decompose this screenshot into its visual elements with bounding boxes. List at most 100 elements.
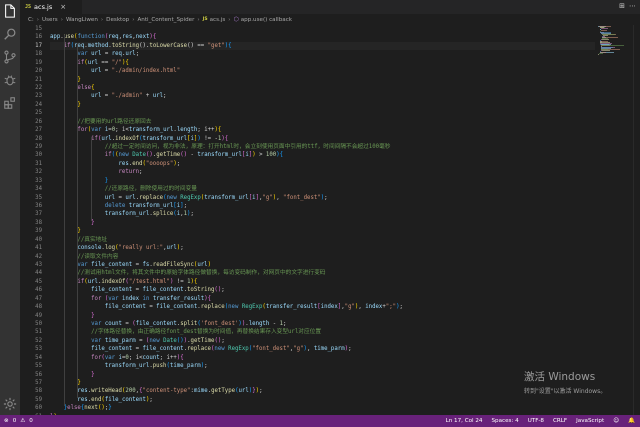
code-line[interactable]: else{ <box>50 84 94 92</box>
line-number: 39 <box>35 228 42 235</box>
breadcrumb-item[interactable]: acs.js <box>210 17 226 23</box>
bell-icon[interactable]: 🔔 <box>628 418 635 424</box>
minimap-line <box>598 53 599 55</box>
code-line[interactable]: res.writeHead(200,{"content-type":mime.g… <box>50 387 262 395</box>
breadcrumb-item[interactable]: C: <box>28 17 34 23</box>
code-line[interactable]: url = "./admin" + url; <box>50 92 166 100</box>
explorer-icon[interactable] <box>3 4 17 18</box>
windows-activation-watermark: 激活 Windows 转到"设置"以激活 Windows。 <box>524 369 606 395</box>
indentation[interactable]: Spaces: 4 <box>492 418 519 424</box>
language-mode[interactable]: JavaScript <box>576 418 604 424</box>
error-icon: ⊗ <box>4 418 9 424</box>
code-line[interactable]: if(url == "/"){ <box>50 59 128 67</box>
line-number: 58 <box>35 388 42 395</box>
line-number: 20 <box>35 68 42 75</box>
line-number: 47 <box>35 295 42 302</box>
code-line[interactable]: if(url.indexOf("/test.html") != 1){ <box>50 278 197 286</box>
code-line[interactable]: } <box>50 101 80 109</box>
code-line[interactable]: //还原路径，删除使用过的时间变量 <box>50 185 197 193</box>
code-line[interactable]: //真实地址 <box>50 236 107 244</box>
smiley-icon[interactable]: ☺ <box>613 418 619 424</box>
line-number: 34 <box>35 186 42 193</box>
code-line[interactable]: } <box>50 379 80 387</box>
close-icon[interactable]: × <box>60 3 66 11</box>
error-count: 0 <box>12 418 17 424</box>
minimap-line <box>602 49 610 51</box>
gear-icon[interactable] <box>3 397 17 411</box>
code-editor[interactable]: app.use(function(req,res,next){ if(req.m… <box>50 25 595 415</box>
code-line[interactable]: //读取文件内容 <box>50 253 118 261</box>
code-line[interactable]: if(req.method.toString().toLowerCase() =… <box>50 42 595 50</box>
encoding[interactable]: UTF-8 <box>528 418 544 424</box>
line-number: 29 <box>35 144 42 151</box>
code-line[interactable]: } <box>50 312 94 320</box>
code-line[interactable]: } <box>50 227 80 235</box>
javascript-file-icon: JS <box>25 4 32 10</box>
code-line[interactable]: var file_content = fs.readFileSync(url) <box>50 261 211 269</box>
code-line[interactable]: file_content = file_content.replace(new … <box>50 303 403 311</box>
line-number: 25 <box>35 110 42 117</box>
problems-indicator[interactable]: ⊗ 0 ⚠ 0 <box>4 415 33 427</box>
code-line[interactable]: if((new Date().getTime() - transform_url… <box>50 151 283 159</box>
warning-count: 0 <box>29 418 33 424</box>
line-number: 57 <box>35 380 42 387</box>
code-line[interactable]: var time_parm = (new Date()).getTime(); <box>50 337 225 345</box>
line-number: 40 <box>35 236 42 243</box>
breadcrumb-item[interactable]: Anti_Content_Spider <box>137 17 194 23</box>
tab-acs-js[interactable]: JS acs.js × <box>20 0 82 14</box>
cursor-position[interactable]: Ln 17, Col 24 <box>446 418 483 424</box>
code-line[interactable]: //测试用html文件，将其文件中的原始字体路径做替换，每访变码制作，对网页中的… <box>50 269 325 277</box>
line-number: 41 <box>35 245 42 252</box>
breadcrumb-item[interactable]: Desktop <box>106 17 129 23</box>
code-line[interactable]: console.log("really url:",url); <box>50 244 183 252</box>
breadcrumb-item[interactable]: Users <box>42 17 58 23</box>
end-of-line[interactable]: CRLF <box>553 418 567 424</box>
chevron-right-icon: › <box>197 16 200 23</box>
code-line[interactable]: } <box>50 177 108 185</box>
line-number: 60 <box>35 405 42 412</box>
code-line[interactable]: res.end(file_content); <box>50 396 152 404</box>
code-line[interactable]: //把要用的url路径还原回去 <box>50 118 151 126</box>
code-line[interactable]: res.end("oooops"); <box>50 160 180 168</box>
more-actions-icon[interactable]: ⋯ <box>629 2 636 10</box>
code-line[interactable]: //超过一定时间访问，视为非法，原理：打开html时，会立刻使用页面中引用的tt… <box>50 143 391 151</box>
split-editor-icon[interactable]: ⊞ <box>619 2 625 10</box>
line-number: 54 <box>35 354 42 361</box>
line-number: 21 <box>35 76 42 83</box>
line-number: 28 <box>35 135 42 142</box>
line-number: 48 <box>35 304 42 311</box>
code-line[interactable]: app.use(function(req,res,next){ <box>50 33 156 41</box>
breadcrumb-item[interactable]: app.use() callback <box>241 17 292 23</box>
vertical-scrollbar[interactable] <box>633 25 640 415</box>
code-line[interactable]: for(var i=0; i<count; i++){ <box>50 354 184 362</box>
source-control-icon[interactable] <box>3 50 17 64</box>
code-line[interactable]: file_content = file_content.replace(new … <box>50 345 351 353</box>
code-line[interactable]: url = "./admin/index.html" <box>50 67 180 75</box>
code-line[interactable]: transform_url.splice(i,1); <box>50 210 194 218</box>
watermark-title: 激活 Windows <box>524 371 596 383</box>
search-icon[interactable] <box>3 27 17 41</box>
code-line[interactable]: //字体路径替换，由正确路径font_dest替换为时间值，再替换结果存入变型u… <box>50 328 321 336</box>
line-number: 23 <box>35 93 42 100</box>
function-symbol-icon: ⬡ <box>233 16 239 23</box>
extensions-icon[interactable] <box>3 96 17 110</box>
code-line[interactable]: for(var i=0; i<transform_url.length; i++… <box>50 126 221 134</box>
code-line[interactable]: }else{next();} <box>50 404 112 412</box>
code-line[interactable]: delete transform_url[i]; <box>50 202 187 210</box>
breadcrumb-item[interactable]: WangLiwen <box>66 17 98 23</box>
line-number: 32 <box>35 169 42 176</box>
line-number: 36 <box>35 203 42 210</box>
minimap[interactable] <box>598 25 632 55</box>
code-line[interactable]: file_content = file_content.toString(); <box>50 286 225 294</box>
code-line[interactable]: var count = (file_content.split('font_de… <box>50 320 286 328</box>
line-number: 38 <box>35 219 42 226</box>
code-line[interactable]: } <box>50 219 94 227</box>
debug-icon[interactable] <box>3 73 17 87</box>
code-line[interactable]: } <box>50 371 94 379</box>
code-line[interactable]: } <box>50 76 80 84</box>
code-line[interactable]: for (var index in transfer_result){ <box>50 295 211 303</box>
chevron-right-icon: › <box>36 16 40 23</box>
code-line[interactable]: transform_url.push(time_parm); <box>50 362 208 370</box>
line-number: 55 <box>35 363 42 370</box>
line-number: 15 <box>35 26 42 32</box>
